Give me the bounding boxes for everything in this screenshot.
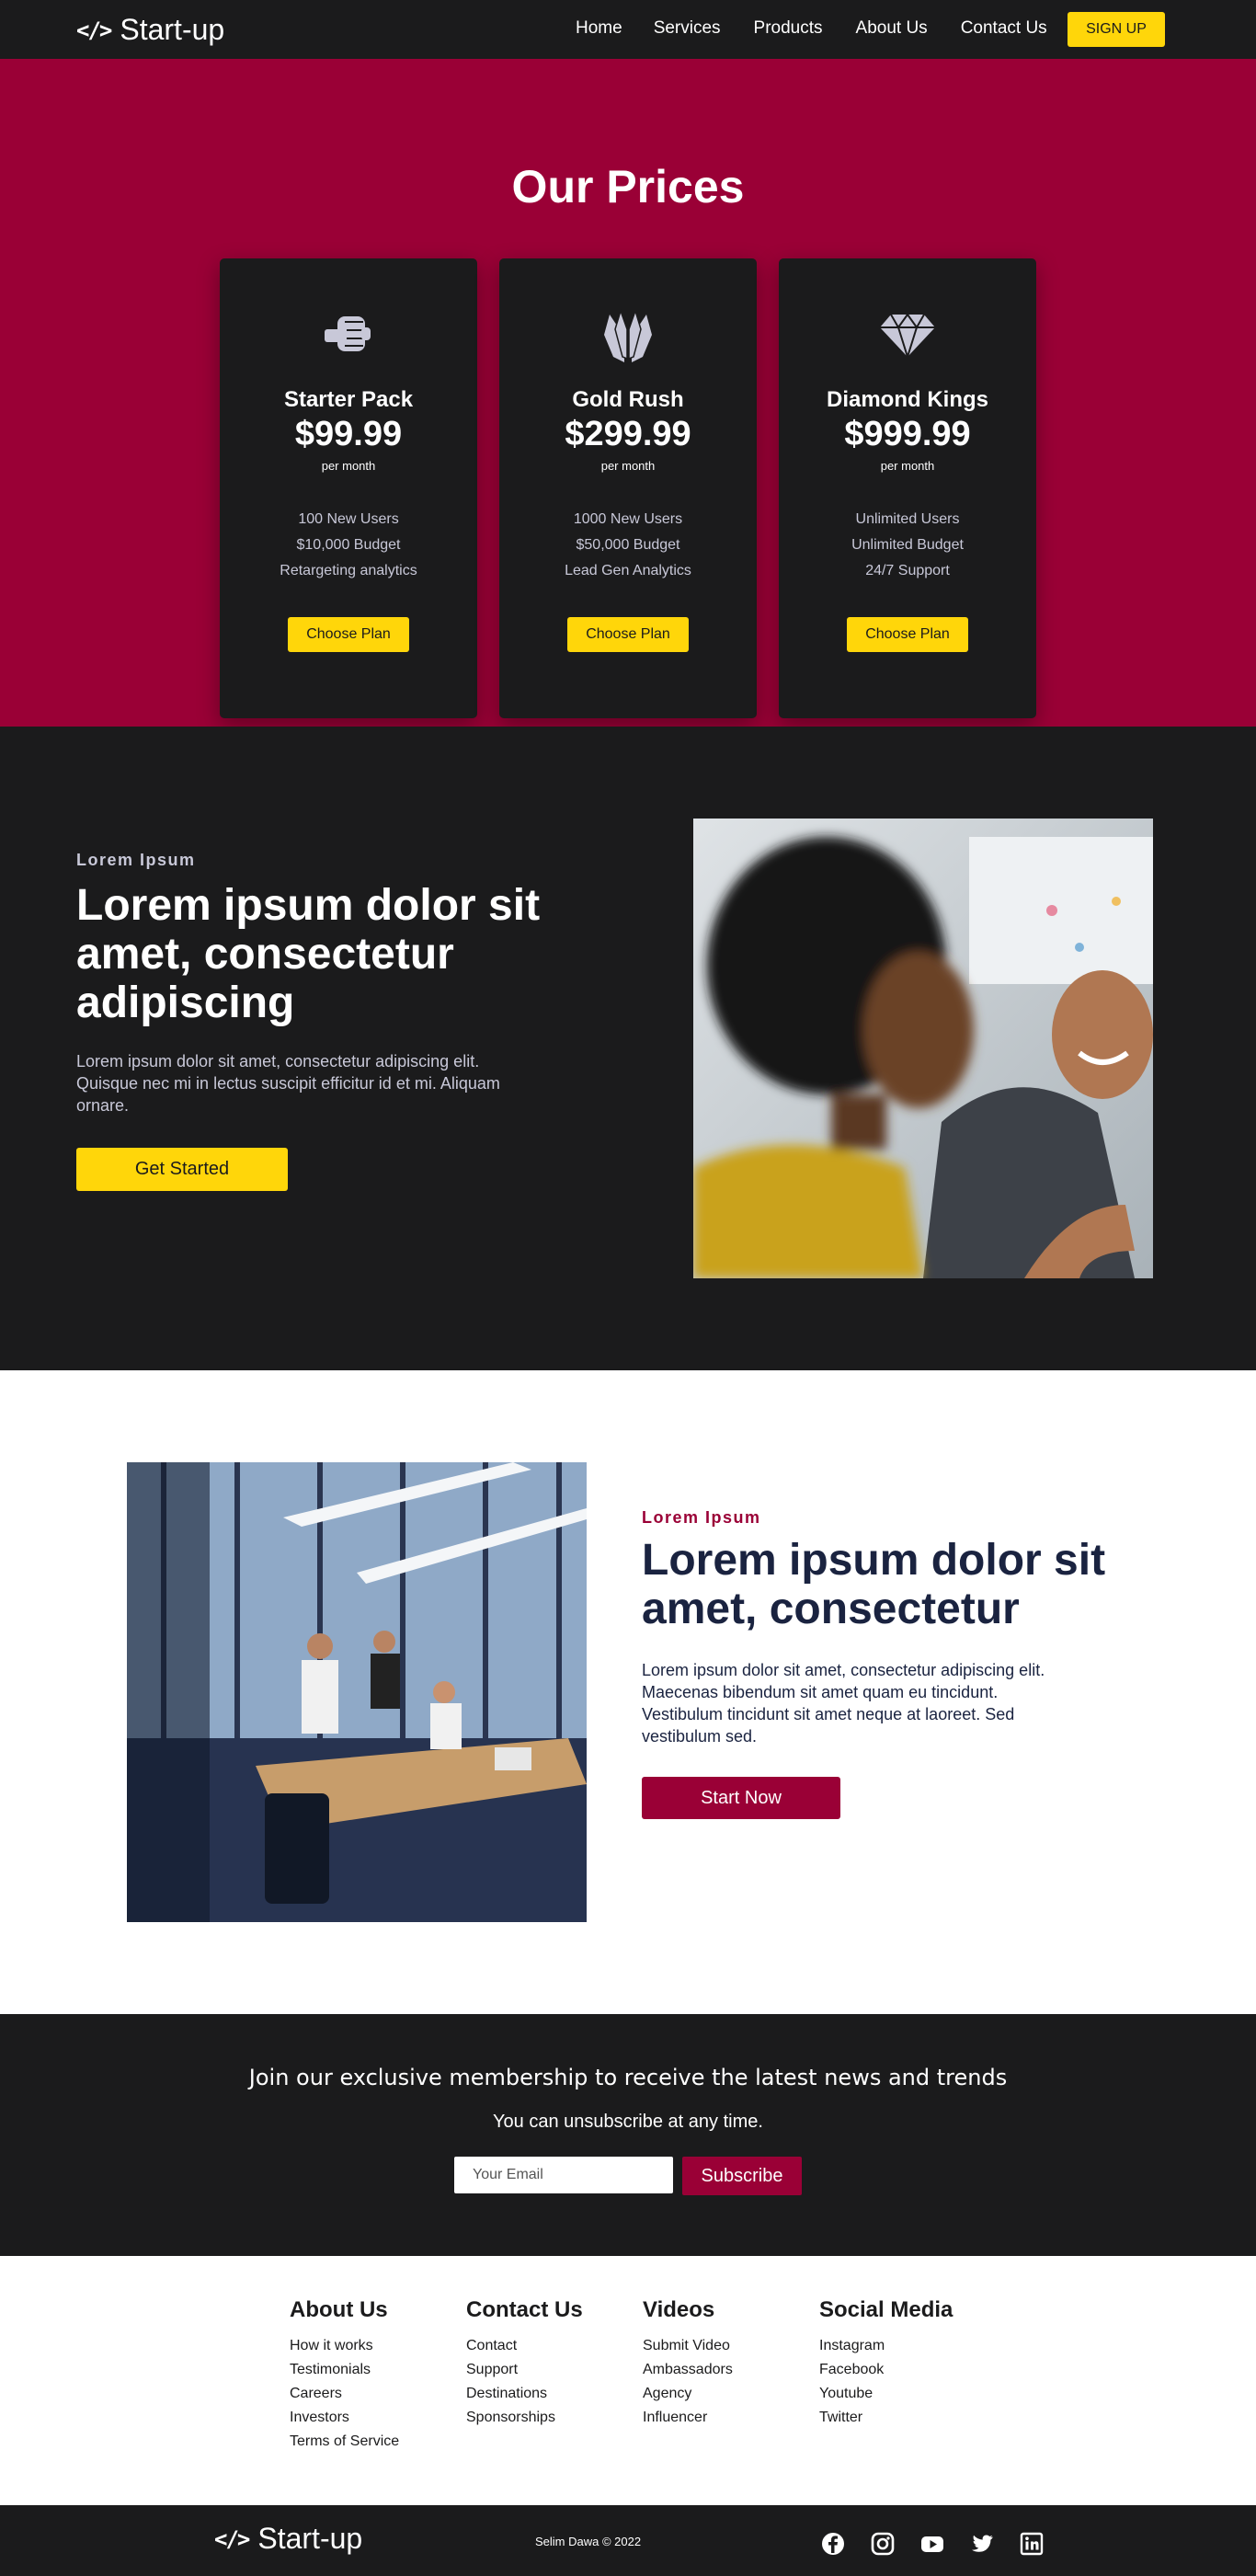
plan-name: Diamond Kings (826, 387, 988, 412)
footer-link[interactable]: Investors (290, 2410, 349, 2425)
hero-section: Lorem Ipsum Lorem ipsum dolor sit amet, … (0, 727, 1256, 1370)
footer-brand-logo[interactable]: </> Start-up (214, 2522, 362, 2556)
plan-feature: 24/7 Support (865, 563, 950, 578)
footer-column-title: Social Media (819, 2297, 953, 2322)
plan-features: 100 New Users $10,000 Budget Retargeting… (220, 507, 477, 584)
instagram-icon[interactable] (870, 2531, 896, 2557)
plan-card-starter: Starter Pack $99.99 per month 100 New Us… (220, 258, 477, 718)
footer-link[interactable]: Support (466, 2362, 518, 2377)
plan-feature: $50,000 Budget (576, 537, 680, 553)
email-input[interactable] (454, 2157, 673, 2193)
code-icon: </> (214, 2525, 250, 2552)
footer-link[interactable]: Destinations (466, 2386, 547, 2401)
twitter-icon[interactable] (969, 2531, 995, 2557)
brand-name: Start-up (257, 2522, 363, 2555)
feature-eyebrow: Lorem Ipsum (642, 1508, 761, 1527)
footer-links: About Us How it works Testimonials Caree… (0, 2256, 1256, 2505)
prices-section: Our Prices Starter Pack $99.99 per month… (0, 59, 1256, 727)
footer-column-contact: Contact Us Contact Support Destinations … (466, 2297, 583, 2430)
plan-name: Gold Rush (572, 387, 684, 412)
footer-column-title: Contact Us (466, 2297, 583, 2322)
plan-feature: Retargeting analytics (280, 563, 417, 578)
plan-period: per month (600, 459, 656, 473)
hero-eyebrow: Lorem Ipsum (76, 851, 196, 869)
footer-column-title: Videos (643, 2297, 715, 2322)
choose-plan-button[interactable]: Choose Plan (288, 617, 409, 652)
youtube-icon[interactable] (919, 2531, 945, 2557)
plan-feature: Unlimited Users (855, 511, 960, 527)
feature-section: Lorem Ipsum Lorem ipsum dolor sit amet, … (0, 1370, 1256, 2014)
footer-column-social: Social Media Instagram Facebook Youtube … (819, 2297, 953, 2430)
linkedin-icon[interactable] (1019, 2531, 1045, 2557)
team-discussion-photo (693, 819, 1153, 1278)
nav-link-services[interactable]: Services (654, 18, 721, 39)
plan-card-gold: Gold Rush $299.99 per month 1000 New Use… (499, 258, 757, 718)
footer-link[interactable]: Agency (643, 2386, 691, 2401)
bottom-bar: </> Start-up Selim Dawa © 2022 (0, 2505, 1256, 2576)
plan-feature: Lead Gen Analytics (565, 563, 691, 578)
footer-link[interactable]: Terms of Service (290, 2433, 399, 2449)
footer-column-title: About Us (290, 2297, 388, 2322)
plan-price: $299.99 (565, 415, 691, 453)
plan-feature: 1000 New Users (573, 511, 683, 527)
nav-link-products[interactable]: Products (754, 18, 823, 39)
get-started-button[interactable]: Get Started (76, 1148, 288, 1191)
copyright: Selim Dawa © 2022 (535, 2535, 642, 2548)
hero-headline: Lorem ipsum dolor sit amet, consectetur … (76, 881, 541, 1027)
plan-feature: Unlimited Budget (851, 537, 964, 553)
newsletter-section: Join our exclusive membership to receive… (0, 2014, 1256, 2256)
plan-price: $999.99 (844, 415, 971, 453)
nav-link-home[interactable]: Home (576, 18, 622, 39)
plan-feature: $10,000 Budget (296, 537, 401, 553)
plan-name: Starter Pack (283, 387, 414, 412)
feature-paragraph: Lorem ipsum dolor sit amet, consectetur … (642, 1661, 1045, 1746)
brand-name: Start-up (120, 13, 225, 46)
nav-link-contact-us[interactable]: Contact Us (961, 18, 1047, 39)
newsletter-subtitle: You can unsubscribe at any time. (493, 2112, 763, 2132)
hero-paragraph: Lorem ipsum dolor sit amet, consectetur … (76, 1052, 500, 1115)
nav-link-about-us[interactable]: About Us (856, 18, 928, 39)
footer-link[interactable]: Careers (290, 2386, 342, 2401)
plan-period: per month (880, 459, 935, 473)
facebook-icon[interactable] (820, 2531, 846, 2557)
footer-link[interactable]: Facebook (819, 2362, 884, 2377)
social-icons (820, 2531, 1045, 2557)
nav-links: Home Services Products About Us Contact … (576, 18, 1080, 39)
code-icon: </> (76, 17, 112, 43)
footer-column-videos: Videos Submit Video Ambassadors Agency I… (643, 2297, 733, 2430)
start-now-button[interactable]: Start Now (642, 1777, 840, 1819)
footer-link[interactable]: Influencer (643, 2410, 707, 2425)
choose-plan-button[interactable]: Choose Plan (847, 617, 968, 652)
plan-card-diamond: Diamond Kings $999.99 per month Unlimite… (779, 258, 1036, 718)
plan-price: $99.99 (294, 415, 403, 453)
plan-period: per month (321, 459, 376, 473)
footer-link[interactable]: How it works (290, 2338, 373, 2353)
footer-link[interactable]: Youtube (819, 2386, 873, 2401)
praying-hands-icon (499, 309, 757, 368)
footer-link[interactable]: Testimonials (290, 2362, 371, 2377)
footer-link[interactable]: Ambassadors (643, 2362, 733, 2377)
fist-icon (220, 309, 477, 368)
newsletter-title: Join our exclusive membership to receive… (248, 2065, 1008, 2090)
footer-link[interactable]: Submit Video (643, 2338, 730, 2353)
diamond-icon (779, 309, 1036, 368)
footer-column-about: About Us How it works Testimonials Caree… (290, 2297, 399, 2454)
plan-feature: 100 New Users (298, 511, 399, 527)
prices-title: Our Prices (511, 161, 745, 212)
footer-link[interactable]: Sponsorships (466, 2410, 555, 2425)
navbar: </> Start-up Home Services Products Abou… (0, 0, 1256, 59)
choose-plan-button[interactable]: Choose Plan (567, 617, 689, 652)
feature-headline: Lorem ipsum dolor sit amet, consectetur (642, 1536, 1106, 1633)
signup-button[interactable]: SIGN UP (1068, 12, 1165, 47)
plan-features: 1000 New Users $50,000 Budget Lead Gen A… (499, 507, 757, 584)
brand-logo[interactable]: </> Start-up (76, 13, 224, 47)
footer-link[interactable]: Instagram (819, 2338, 885, 2353)
plan-features: Unlimited Users Unlimited Budget 24/7 Su… (779, 507, 1036, 584)
subscribe-button[interactable]: Subscribe (682, 2157, 802, 2195)
footer-link[interactable]: Twitter (819, 2410, 862, 2425)
footer-link[interactable]: Contact (466, 2338, 517, 2353)
office-meeting-photo (127, 1462, 587, 1922)
